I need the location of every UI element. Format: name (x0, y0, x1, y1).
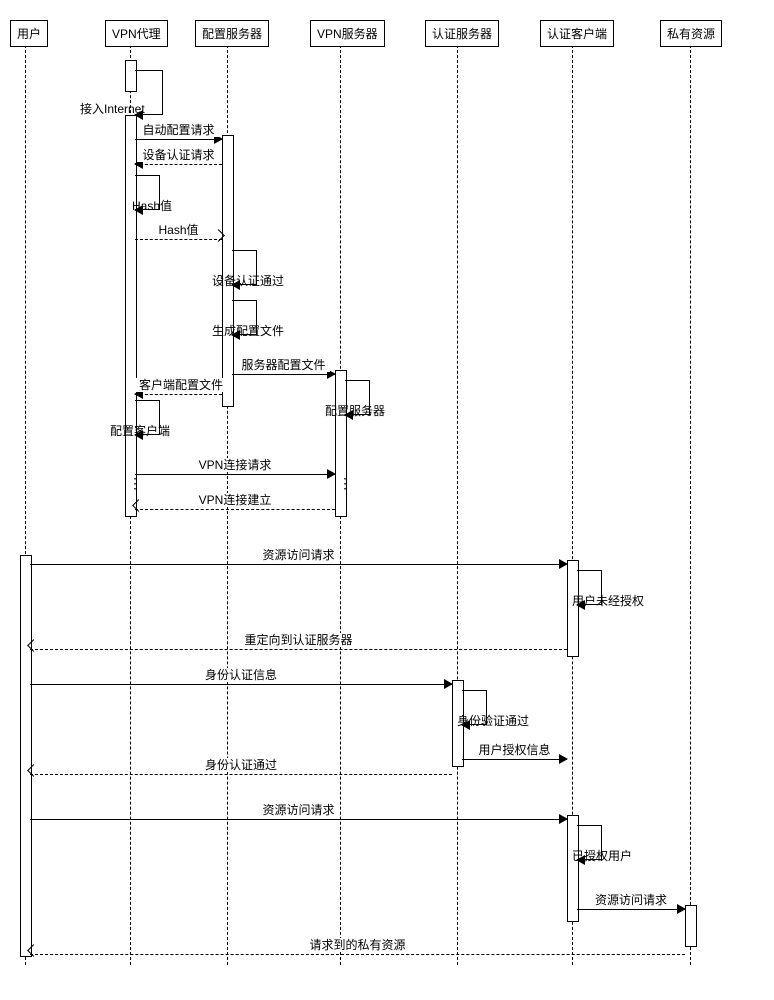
msg-client-config-file: 客户端配置文件 (135, 380, 222, 396)
msg-identity-info: 身份认证信息 (30, 670, 452, 686)
msg-vpn-conn-req: VPN连接请求 (135, 460, 335, 476)
lifeline-auth-server (457, 45, 458, 965)
msg-res-access-req3: 资源访问请求 (577, 895, 685, 911)
msg-res-access-req1: 资源访问请求 (30, 550, 567, 566)
ellipsis-icon: ⋮ (128, 480, 142, 486)
msg-config-server-setup: 配置服务器 (345, 380, 370, 415)
participant-private-res: 私有资源 (660, 20, 722, 47)
msg-user-unauth: 用户未经授权 (577, 570, 602, 605)
msg-auto-config-req: 自动配置请求 (135, 125, 222, 141)
msg-config-client-setup: 配置客户端 (135, 400, 160, 435)
msg-hash-send: Hash值 (135, 225, 222, 241)
msg-user-auth-info: 用户授权信息 (462, 745, 567, 761)
msg-res-access-req2: 资源访问请求 (30, 805, 567, 821)
msg-internet: 接入Internet (135, 70, 163, 115)
msg-hash-self: Hash值 (135, 175, 160, 210)
participant-auth-client: 认证客户端 (540, 20, 614, 47)
msg-device-auth-req: 设备认证请求 (135, 150, 222, 166)
sequence-diagram: 用户 VPN代理 配置服务器 VPN服务器 认证服务器 认证客户端 私有资源 接… (0, 0, 774, 1000)
msg-identity-auth-pass: 身份认证通过 (30, 760, 452, 776)
lifeline-private-res (690, 45, 691, 965)
msg-server-config-file: 服务器配置文件 (232, 360, 335, 376)
participant-vpn-proxy: VPN代理 (105, 20, 168, 47)
msg-redirect-auth: 重定向到认证服务器 (30, 635, 567, 651)
participant-config-server: 配置服务器 (195, 20, 269, 47)
ellipsis-icon: ⋮ (338, 480, 352, 486)
msg-req-private-res: 请求到的私有资源 (30, 940, 685, 956)
msg-authed-user: 已授权用户 (577, 825, 602, 860)
activation (685, 905, 697, 947)
participant-vpn-server: VPN服务器 (310, 20, 385, 47)
msg-device-auth-pass: 设备认证通过 (232, 250, 257, 285)
msg-gen-config: 生成配置文件 (232, 300, 257, 335)
msg-identity-pass: 身份验证通过 (462, 690, 487, 725)
participant-auth-server: 认证服务器 (425, 20, 499, 47)
participant-user: 用户 (10, 20, 48, 47)
msg-vpn-conn-est: VPN连接建立 (135, 495, 335, 511)
